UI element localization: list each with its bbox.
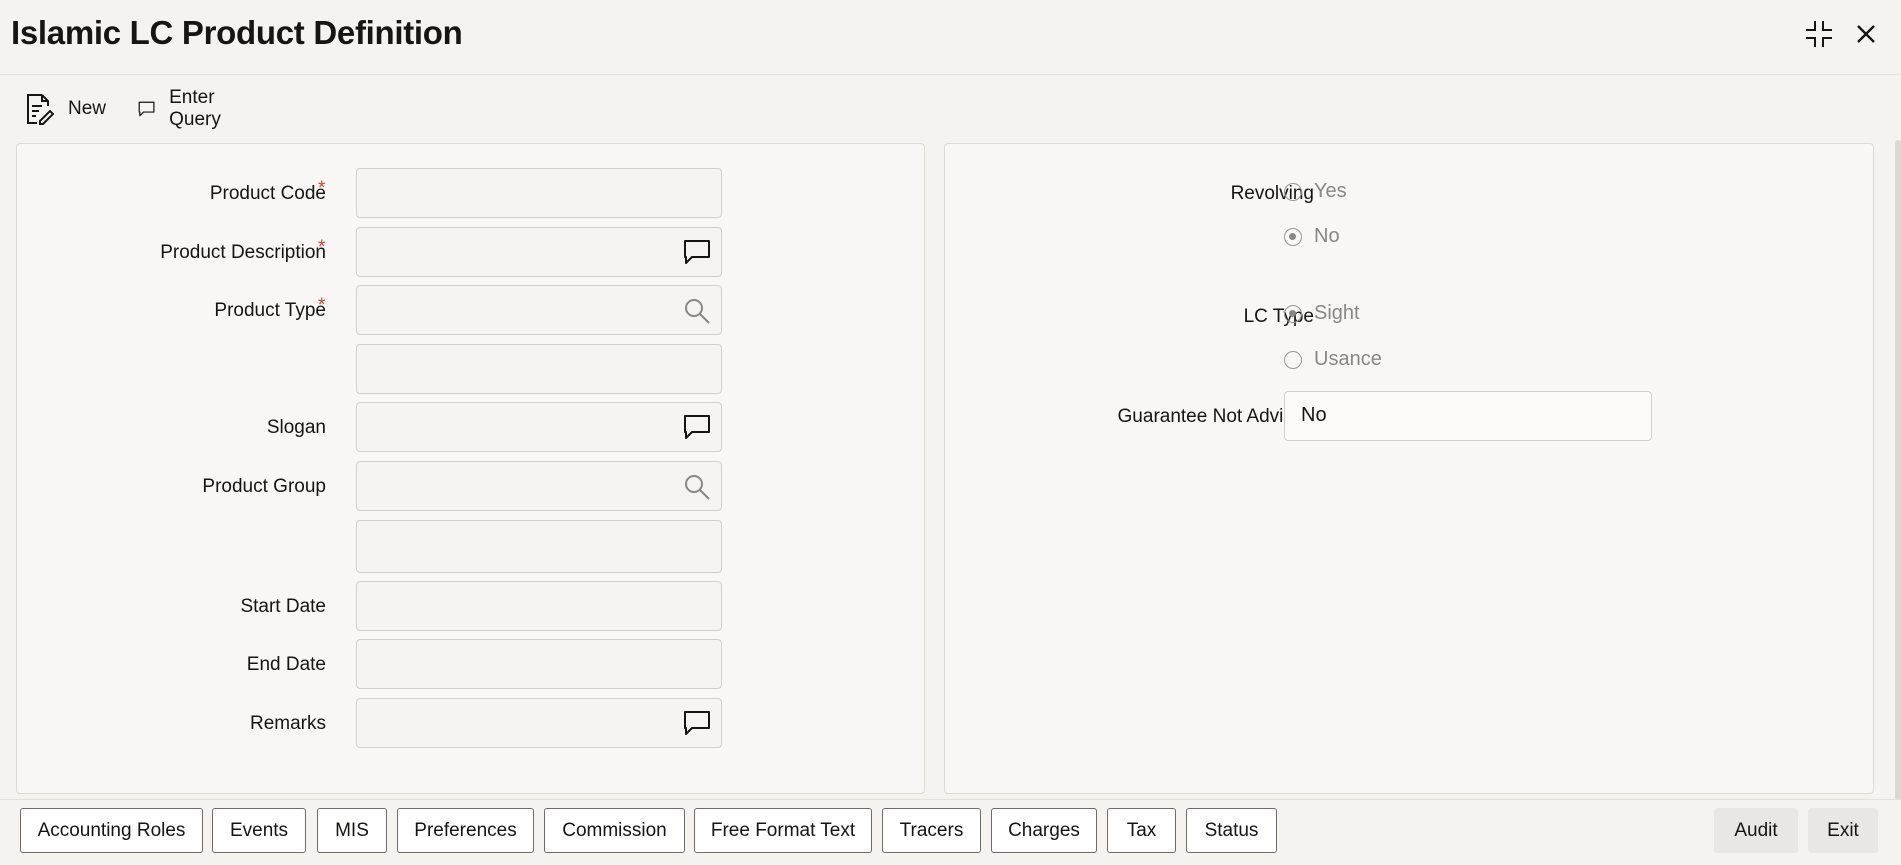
- accounting-roles-button[interactable]: Accounting Roles: [20, 808, 203, 853]
- comment-icon[interactable]: [683, 710, 711, 741]
- title-bar: Islamic LC Product Definition: [0, 0, 1901, 75]
- tracers-button[interactable]: Tracers: [882, 808, 981, 853]
- radio-circle-selected: [1284, 227, 1302, 246]
- lc-type-label: LC Type: [1243, 306, 1314, 327]
- exit-button[interactable]: Exit: [1808, 808, 1878, 853]
- product-code-label: Product Code: [209, 183, 326, 204]
- comment-icon[interactable]: [683, 414, 711, 445]
- close-button[interactable]: [1848, 16, 1884, 52]
- guarantee-not-advised-field[interactable]: No: [1284, 391, 1652, 441]
- audit-button[interactable]: Audit: [1714, 808, 1798, 853]
- product-code-field[interactable]: [356, 168, 722, 218]
- new-button[interactable]: New: [24, 88, 106, 130]
- mis-button[interactable]: MIS: [317, 808, 387, 853]
- start-date-field[interactable]: [356, 581, 722, 631]
- revolving-no-radio[interactable]: No: [1284, 225, 1340, 248]
- enter-query-label: Enter Query: [169, 87, 221, 130]
- comment-icon[interactable]: [683, 239, 711, 270]
- preferences-button[interactable]: Preferences: [397, 808, 534, 853]
- enter-query-button[interactable]: Enter Query: [138, 87, 232, 130]
- enter-query-icon: [138, 101, 155, 117]
- radio-circle: [1284, 350, 1302, 369]
- lc-type-sight-radio[interactable]: Sight: [1284, 302, 1360, 325]
- radio-circle: [1284, 182, 1302, 201]
- product-group-label: Product Group: [202, 476, 326, 497]
- revolving-yes-radio[interactable]: Yes: [1284, 180, 1347, 203]
- tax-button[interactable]: Tax: [1107, 808, 1176, 853]
- search-icon[interactable]: [683, 297, 711, 330]
- end-date-label: End Date: [246, 654, 326, 675]
- remarks-label: Remarks: [249, 713, 326, 734]
- product-type-description-field[interactable]: [356, 344, 722, 394]
- product-description-label: Product Description: [160, 242, 326, 263]
- start-date-label: Start Date: [240, 596, 326, 617]
- new-button-label: New: [68, 98, 107, 119]
- end-date-field[interactable]: [356, 639, 722, 689]
- product-group-description-field[interactable]: [356, 520, 722, 573]
- close-icon: [1857, 25, 1875, 43]
- product-group-field[interactable]: [356, 461, 722, 511]
- charges-button[interactable]: Charges: [991, 808, 1097, 853]
- lc-type-usance-label: Usance: [1314, 348, 1382, 370]
- maximize-icon: [1806, 21, 1832, 47]
- revolving-label: Revolving: [1230, 183, 1314, 204]
- guarantee-not-advised-label: Guarantee Not Advised: [1117, 406, 1314, 427]
- new-document-icon: [27, 94, 54, 125]
- lc-type-sight-label: Sight: [1314, 302, 1360, 324]
- product-type-field[interactable]: [356, 285, 722, 335]
- left-panel: Product Code * Product Description * Pro…: [16, 143, 925, 794]
- status-button[interactable]: Status: [1186, 808, 1277, 853]
- right-panel: Revolving Yes No LC Type Sight Usance Gu…: [944, 143, 1874, 794]
- product-type-required-marker: *: [318, 295, 326, 316]
- events-button[interactable]: Events: [212, 808, 306, 853]
- product-description-required-marker: *: [318, 237, 326, 258]
- radio-circle-selected: [1284, 304, 1302, 323]
- remarks-field[interactable]: [356, 698, 722, 748]
- revolving-yes-label: Yes: [1314, 180, 1347, 202]
- product-type-label: Product Type: [214, 300, 326, 321]
- revolving-no-label: No: [1314, 225, 1340, 247]
- lc-type-usance-radio[interactable]: Usance: [1284, 348, 1382, 371]
- product-code-required-marker: *: [318, 178, 326, 199]
- page-title: Islamic LC Product Definition: [11, 14, 463, 51]
- free-format-text-button[interactable]: Free Format Text: [694, 808, 872, 853]
- commission-button[interactable]: Commission: [544, 808, 685, 853]
- search-icon[interactable]: [683, 473, 711, 506]
- product-description-field[interactable]: [356, 227, 722, 277]
- vertical-scrollbar[interactable]: [1895, 140, 1901, 800]
- slogan-field[interactable]: [356, 402, 722, 452]
- slogan-label: Slogan: [266, 417, 326, 438]
- maximize-button[interactable]: [1801, 16, 1837, 52]
- bottom-bar: Accounting Roles Events MIS Preferences …: [0, 799, 1901, 865]
